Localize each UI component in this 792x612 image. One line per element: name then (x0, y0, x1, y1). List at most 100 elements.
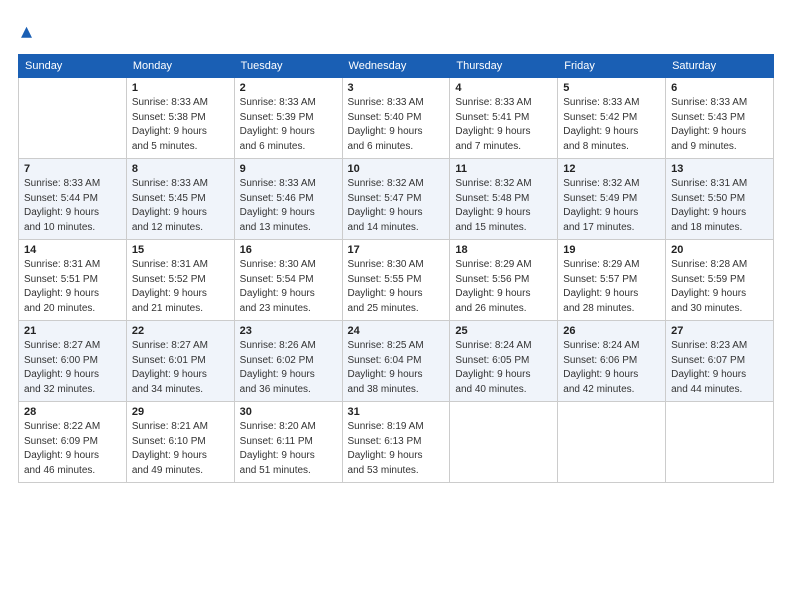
day-info: Sunrise: 8:25 AM Sunset: 6:04 PM Dayligh… (348, 339, 445, 397)
day-number: 20 (671, 244, 768, 256)
calendar-cell: 12 Sunrise: 8:32 AM Sunset: 5:49 PM Dayli… (558, 159, 666, 240)
calendar-cell: 11 Sunrise: 8:32 AM Sunset: 5:48 PM Dayli… (450, 159, 558, 240)
calendar-cell (450, 402, 558, 483)
day-number: 5 (563, 82, 660, 94)
calendar-cell (19, 78, 127, 159)
day-number: 30 (240, 406, 337, 418)
calendar-cell: 4 Sunrise: 8:33 AM Sunset: 5:41 PM Daylig… (450, 78, 558, 159)
day-info: Sunrise: 8:29 AM Sunset: 5:56 PM Dayligh… (455, 258, 552, 316)
logo-bird-icon: ▴ (21, 18, 32, 44)
day-number: 13 (671, 163, 768, 175)
calendar-cell: 3 Sunrise: 8:33 AM Sunset: 5:40 PM Daylig… (342, 78, 450, 159)
calendar-cell: 5 Sunrise: 8:33 AM Sunset: 5:42 PM Daylig… (558, 78, 666, 159)
calendar-cell: 28Sunrise: 8:22 AM Sunset: 6:09 PM Dayli… (19, 402, 127, 483)
day-number: 25 (455, 325, 552, 337)
day-info: Sunrise: 8:33 AM Sunset: 5:42 PM Dayligh… (563, 96, 660, 154)
calendar-cell: 6 Sunrise: 8:33 AM Sunset: 5:43 PM Daylig… (666, 78, 774, 159)
calendar-cell: 16Sunrise: 8:30 AM Sunset: 5:54 PM Dayli… (234, 240, 342, 321)
weekday-header-friday: Friday (558, 55, 666, 78)
day-number: 27 (671, 325, 768, 337)
day-info: Sunrise: 8:22 AM Sunset: 6:09 PM Dayligh… (24, 420, 121, 478)
calendar-cell: 26 Sunrise: 8:24 AM Sunset: 6:06 PM Dayli… (558, 321, 666, 402)
calendar-cell: 31 Sunrise: 8:19 AM Sunset: 6:13 PM Dayli… (342, 402, 450, 483)
day-info: Sunrise: 8:31 AM Sunset: 5:52 PM Dayligh… (132, 258, 229, 316)
day-info: Sunrise: 8:33 AM Sunset: 5:45 PM Dayligh… (132, 177, 229, 235)
calendar-cell: 25 Sunrise: 8:24 AM Sunset: 6:05 PM Dayli… (450, 321, 558, 402)
calendar-cell: 23Sunrise: 8:26 AM Sunset: 6:02 PM Dayli… (234, 321, 342, 402)
calendar-cell (666, 402, 774, 483)
day-info: Sunrise: 8:32 AM Sunset: 5:48 PM Dayligh… (455, 177, 552, 235)
day-number: 1 (132, 82, 229, 94)
day-info: Sunrise: 8:30 AM Sunset: 5:55 PM Dayligh… (348, 258, 445, 316)
weekday-header-saturday: Saturday (666, 55, 774, 78)
calendar-cell: 2 Sunrise: 8:33 AM Sunset: 5:39 PM Daylig… (234, 78, 342, 159)
day-number: 22 (132, 325, 229, 337)
day-info: Sunrise: 8:33 AM Sunset: 5:46 PM Dayligh… (240, 177, 337, 235)
calendar-cell: 19 Sunrise: 8:29 AM Sunset: 5:57 PM Dayli… (558, 240, 666, 321)
day-number: 10 (348, 163, 445, 175)
day-number: 11 (455, 163, 552, 175)
day-number: 24 (348, 325, 445, 337)
day-number: 2 (240, 82, 337, 94)
calendar-cell: 27 Sunrise: 8:23 AM Sunset: 6:07 PM Dayli… (666, 321, 774, 402)
day-info: Sunrise: 8:30 AM Sunset: 5:54 PM Dayligh… (240, 258, 337, 316)
weekday-header-row: SundayMondayTuesdayWednesdayThursdayFrid… (19, 55, 774, 78)
calendar-cell: 8 Sunrise: 8:33 AM Sunset: 5:45 PM Daylig… (126, 159, 234, 240)
calendar-week-row: 14 Sunrise: 8:31 AM Sunset: 5:51 PM Dayli… (19, 240, 774, 321)
day-info: Sunrise: 8:27 AM Sunset: 6:01 PM Dayligh… (132, 339, 229, 397)
day-info: Sunrise: 8:24 AM Sunset: 6:05 PM Dayligh… (455, 339, 552, 397)
calendar-cell: 20 Sunrise: 8:28 AM Sunset: 5:59 PM Dayli… (666, 240, 774, 321)
day-info: Sunrise: 8:33 AM Sunset: 5:43 PM Dayligh… (671, 96, 768, 154)
day-info: Sunrise: 8:32 AM Sunset: 5:47 PM Dayligh… (348, 177, 445, 235)
day-info: Sunrise: 8:27 AM Sunset: 6:00 PM Dayligh… (24, 339, 121, 397)
weekday-header-monday: Monday (126, 55, 234, 78)
day-number: 18 (455, 244, 552, 256)
calendar-cell: 29 Sunrise: 8:21 AM Sunset: 6:10 PM Dayli… (126, 402, 234, 483)
day-number: 19 (563, 244, 660, 256)
calendar-cell: 1Sunrise: 8:33 AM Sunset: 5:38 PM Daylig… (126, 78, 234, 159)
calendar-cell: 18 Sunrise: 8:29 AM Sunset: 5:56 PM Dayli… (450, 240, 558, 321)
calendar-cell: 21 Sunrise: 8:27 AM Sunset: 6:00 PM Dayli… (19, 321, 127, 402)
day-info: Sunrise: 8:21 AM Sunset: 6:10 PM Dayligh… (132, 420, 229, 478)
day-info: Sunrise: 8:29 AM Sunset: 5:57 PM Dayligh… (563, 258, 660, 316)
header: ▴ (18, 18, 774, 44)
day-number: 31 (348, 406, 445, 418)
day-number: 7 (24, 163, 121, 175)
day-number: 21 (24, 325, 121, 337)
day-info: Sunrise: 8:19 AM Sunset: 6:13 PM Dayligh… (348, 420, 445, 478)
calendar-cell: 24 Sunrise: 8:25 AM Sunset: 6:04 PM Dayli… (342, 321, 450, 402)
day-info: Sunrise: 8:33 AM Sunset: 5:41 PM Dayligh… (455, 96, 552, 154)
calendar-cell: 10 Sunrise: 8:32 AM Sunset: 5:47 PM Dayli… (342, 159, 450, 240)
calendar-cell: 14 Sunrise: 8:31 AM Sunset: 5:51 PM Dayli… (19, 240, 127, 321)
calendar-cell: 15Sunrise: 8:31 AM Sunset: 5:52 PM Dayli… (126, 240, 234, 321)
weekday-header-wednesday: Wednesday (342, 55, 450, 78)
calendar-cell: 13Sunrise: 8:31 AM Sunset: 5:50 PM Dayli… (666, 159, 774, 240)
day-number: 4 (455, 82, 552, 94)
day-info: Sunrise: 8:33 AM Sunset: 5:40 PM Dayligh… (348, 96, 445, 154)
calendar-cell: 22 Sunrise: 8:27 AM Sunset: 6:01 PM Dayli… (126, 321, 234, 402)
day-info: Sunrise: 8:31 AM Sunset: 5:51 PM Dayligh… (24, 258, 121, 316)
day-number: 12 (563, 163, 660, 175)
day-info: Sunrise: 8:33 AM Sunset: 5:44 PM Dayligh… (24, 177, 121, 235)
day-number: 8 (132, 163, 229, 175)
calendar-week-row: 7 Sunrise: 8:33 AM Sunset: 5:44 PM Daylig… (19, 159, 774, 240)
day-info: Sunrise: 8:33 AM Sunset: 5:39 PM Dayligh… (240, 96, 337, 154)
weekday-header-tuesday: Tuesday (234, 55, 342, 78)
day-number: 26 (563, 325, 660, 337)
day-info: Sunrise: 8:20 AM Sunset: 6:11 PM Dayligh… (240, 420, 337, 478)
calendar-cell (558, 402, 666, 483)
calendar-cell: 17 Sunrise: 8:30 AM Sunset: 5:55 PM Dayli… (342, 240, 450, 321)
day-number: 29 (132, 406, 229, 418)
calendar-week-row: 28Sunrise: 8:22 AM Sunset: 6:09 PM Dayli… (19, 402, 774, 483)
day-info: Sunrise: 8:24 AM Sunset: 6:06 PM Dayligh… (563, 339, 660, 397)
day-info: Sunrise: 8:23 AM Sunset: 6:07 PM Dayligh… (671, 339, 768, 397)
calendar-cell: 7 Sunrise: 8:33 AM Sunset: 5:44 PM Daylig… (19, 159, 127, 240)
day-number: 3 (348, 82, 445, 94)
calendar-cell: 9Sunrise: 8:33 AM Sunset: 5:46 PM Daylig… (234, 159, 342, 240)
day-info: Sunrise: 8:32 AM Sunset: 5:49 PM Dayligh… (563, 177, 660, 235)
day-number: 14 (24, 244, 121, 256)
day-info: Sunrise: 8:28 AM Sunset: 5:59 PM Dayligh… (671, 258, 768, 316)
day-number: 6 (671, 82, 768, 94)
day-number: 17 (348, 244, 445, 256)
calendar-week-row: 21 Sunrise: 8:27 AM Sunset: 6:00 PM Dayli… (19, 321, 774, 402)
